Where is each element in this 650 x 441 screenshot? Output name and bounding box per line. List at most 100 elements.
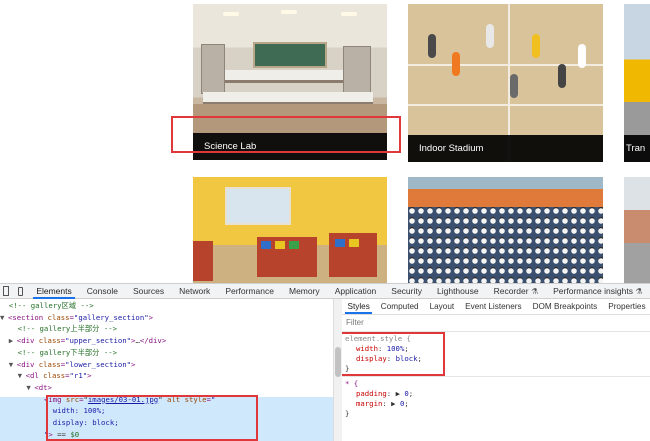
student-figure <box>452 52 460 76</box>
elements-scrollbar[interactable] <box>333 299 342 441</box>
subtab-computed[interactable]: Computed <box>375 299 424 314</box>
code-token: class <box>43 371 66 381</box>
transport-card[interactable]: Tran <box>624 4 650 162</box>
code-token: <!-- gallery下半部分 --> <box>17 347 118 357</box>
tab-security[interactable]: Security <box>384 284 430 299</box>
rule-close: } <box>345 409 350 418</box>
rule-divider <box>342 376 650 377</box>
gallery-preview: Science Lab Indoor Stadium Tran <box>0 0 650 283</box>
dom-node-line[interactable]: ▶ <div class="upper_section">…</div> <box>0 335 333 347</box>
subtab-dom-breakpoints[interactable]: DOM Breakpoints <box>527 299 603 314</box>
prop-value[interactable]: 0 <box>400 399 404 408</box>
tab-sources[interactable]: Sources <box>125 284 171 299</box>
collapsed-triangle-icon[interactable]: ▶ <box>9 335 17 347</box>
indoor-stadium-card[interactable]: Indoor Stadium <box>408 4 603 162</box>
expand-arrow-icon[interactable]: ▶ <box>391 399 395 408</box>
universal-rule[interactable]: * { padding: ▶ 0; margin: ▶ 0; } <box>342 379 650 419</box>
code-token: <div <box>16 336 39 346</box>
tab-network[interactable]: Network <box>172 284 218 299</box>
tab-memory[interactable]: Memory <box>281 284 327 299</box>
code-token: class <box>47 312 70 322</box>
lab-ceiling-light <box>341 12 357 16</box>
lab-bench <box>223 70 363 83</box>
code-token: <!-- gallery区域 --> <box>8 301 94 310</box>
assembly-card[interactable] <box>408 177 603 283</box>
device-toolbar-icon[interactable] <box>17 286 23 296</box>
expand-arrow-icon[interactable]: ▶ <box>396 389 400 398</box>
inspect-element-icon[interactable] <box>3 286 9 296</box>
tab-recorder-label: Recorder <box>493 285 529 296</box>
student-figure <box>510 74 518 98</box>
student-figure <box>578 44 586 68</box>
dom-node-line[interactable]: ▼ <dt> <box>0 382 333 394</box>
lab-ceiling-light <box>223 12 239 16</box>
code-token: > <box>148 312 154 322</box>
tab-lighthouse[interactable]: Lighthouse <box>430 284 487 299</box>
flask-icon: ⚗ <box>635 286 643 296</box>
elements-tree[interactable]: <!-- gallery区域 --> ▼ <section class="galle… <box>0 299 333 441</box>
code-token: > <box>131 359 136 369</box>
dom-node-line[interactable]: <!-- gallery下半部分 --> <box>0 347 333 359</box>
tab-elements[interactable]: Elements <box>29 284 79 299</box>
subtab-layout[interactable]: Layout <box>424 299 460 314</box>
dom-node-line[interactable]: ▼ <div class="lower_section"> <box>0 359 333 371</box>
devtools-tabbar: Elements Console Sources Network Perform… <box>0 284 650 299</box>
tab-performance[interactable]: Performance <box>218 284 282 299</box>
lab-chalkboard <box>253 42 327 68</box>
code-token: <dt> <box>34 382 52 392</box>
code-token: "lower_section" <box>65 359 132 369</box>
devtools-panel: Elements Console Sources Network Perform… <box>0 283 650 441</box>
highlight-box-caption <box>171 116 401 153</box>
dom-node-line[interactable]: <!-- gallery上半部分 --> <box>0 323 333 335</box>
subtab-styles[interactable]: Styles <box>342 299 375 314</box>
classroom-card[interactable] <box>193 177 387 283</box>
tab-application[interactable]: Application <box>327 284 384 299</box>
highlight-box-element-style <box>342 332 445 376</box>
card-caption: Tran <box>624 135 650 162</box>
dom-node-line[interactable]: ▼ <dl class="r1"> <box>0 370 333 382</box>
code-token: class <box>38 359 61 369</box>
dom-node-line[interactable]: <!-- gallery区域 --> <box>0 300 333 312</box>
code-token: <section <box>8 312 48 322</box>
styles-subtabs: Styles Computed Layout Event Listeners D… <box>342 299 650 315</box>
court-line <box>408 104 603 106</box>
student-figure <box>428 34 436 58</box>
toy-bin <box>349 239 359 247</box>
toy-bin <box>335 239 345 247</box>
scrollbar-thumb[interactable] <box>335 347 341 377</box>
code-token: <dl <box>25 371 44 381</box>
styles-filter-input[interactable]: Filter <box>342 315 650 332</box>
expanded-triangle-icon[interactable]: ▼ <box>9 359 17 371</box>
expanded-triangle-icon[interactable]: ▼ <box>18 370 26 382</box>
code-token: "upper_section" <box>65 336 132 346</box>
tab-recorder[interactable]: Recorder ⚗ <box>486 284 546 299</box>
prop-name[interactable]: padding <box>356 389 387 398</box>
prop-value[interactable]: 0 <box>404 389 408 398</box>
lab-cabinet <box>201 44 225 94</box>
student-figure <box>532 34 540 58</box>
wall-map <box>225 187 291 225</box>
rule-selector: * { <box>345 379 359 388</box>
card-caption: Indoor Stadium <box>408 135 603 162</box>
subtab-event-listeners[interactable]: Event Listeners <box>460 299 527 314</box>
subtab-properties[interactable]: Properties <box>603 299 650 314</box>
toy-bin <box>289 241 299 249</box>
building-card[interactable] <box>624 177 650 283</box>
code-token: <!-- gallery上半部分 --> <box>17 324 118 334</box>
dom-node-line[interactable]: ▼ <section class="gallery_section"> <box>0 312 333 324</box>
prop-name[interactable]: margin <box>356 399 382 408</box>
tab-performance-insights-label: Performance insights <box>553 285 633 296</box>
code-token: class <box>38 336 61 346</box>
styles-pane: Styles Computed Layout Event Listeners D… <box>342 299 650 441</box>
code-token: "gallery_section" <box>73 312 149 322</box>
tab-performance-insights[interactable]: Performance insights ⚗ <box>546 284 650 299</box>
toy-bin <box>275 241 285 249</box>
student-figure <box>486 24 494 48</box>
flask-icon: ⚗ <box>530 286 539 296</box>
highlight-box-img-node <box>46 395 258 441</box>
expanded-triangle-icon[interactable]: ▼ <box>0 312 8 324</box>
tab-console[interactable]: Console <box>79 284 125 299</box>
court-line <box>408 64 603 66</box>
toy-bin <box>261 241 271 249</box>
student-figure <box>558 64 566 88</box>
